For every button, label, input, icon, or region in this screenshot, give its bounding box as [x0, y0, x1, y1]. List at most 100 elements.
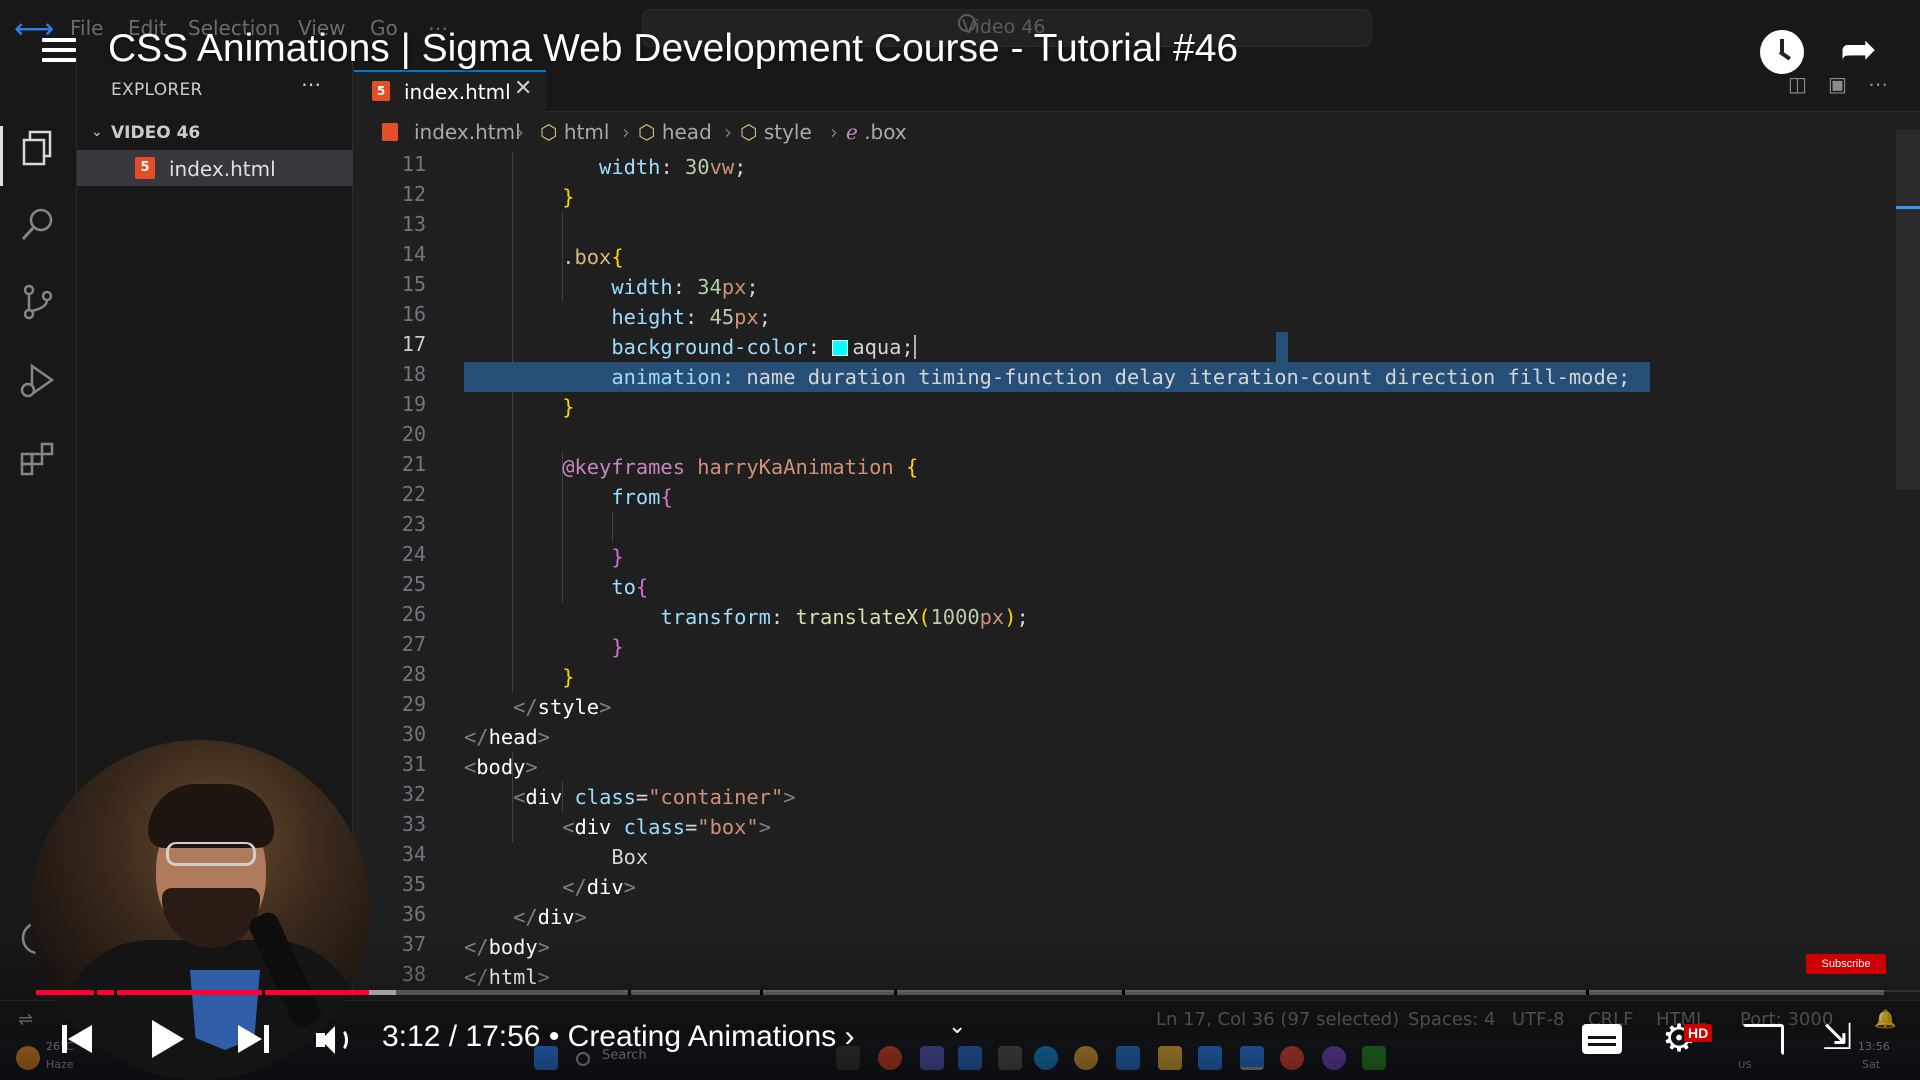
- line-number: 32: [401, 782, 426, 806]
- split-editor-icon[interactable]: ◫: [1788, 72, 1807, 96]
- video-title[interactable]: CSS Animations | Sigma Web Development C…: [108, 27, 1238, 71]
- search-icon[interactable]: [576, 1052, 590, 1066]
- vscode-taskbar-icon[interactable]: [1240, 1046, 1264, 1070]
- weather-icon[interactable]: [16, 1046, 40, 1070]
- line-number: 24: [401, 542, 426, 566]
- menu-file[interactable]: File: [70, 16, 103, 40]
- tab-index-html[interactable]: 5 index.html ✕: [354, 70, 546, 112]
- webcam-beard: [162, 888, 260, 948]
- file-item[interactable]: 5 index.html: [77, 150, 353, 186]
- taskbar-clock[interactable]: 13:56: [1858, 1040, 1890, 1053]
- explorer-more-button[interactable]: ⋯: [301, 72, 321, 96]
- line-number: 29: [401, 692, 426, 716]
- app-icon[interactable]: [878, 1046, 902, 1070]
- more-actions-icon[interactable]: ⋯: [1868, 72, 1888, 96]
- line-number: 14: [401, 242, 426, 266]
- folder-row[interactable]: ⌄ VIDEO 46: [77, 118, 353, 148]
- chapter-marker: [1586, 990, 1589, 995]
- menu-icon[interactable]: [42, 38, 76, 66]
- breadcrumb-item[interactable]: ⬡ html: [540, 120, 609, 144]
- active-indicator: [0, 126, 3, 186]
- line-number: 33: [401, 812, 426, 836]
- close-icon[interactable]: ✕: [514, 76, 532, 101]
- line-number: 16: [401, 302, 426, 326]
- run-debug-icon[interactable]: [18, 360, 58, 400]
- subtitles-icon[interactable]: [1582, 1024, 1622, 1054]
- time-label: 3:12 / 17:56: [382, 1020, 541, 1053]
- line-number: 30: [401, 722, 426, 746]
- webcam-hair: [148, 784, 274, 848]
- scrollbar-marker: [1896, 206, 1920, 209]
- chevron-down-icon[interactable]: ⌄: [948, 1014, 966, 1039]
- keyboard-language[interactable]: US: [1738, 1060, 1752, 1071]
- chapter-marker: [262, 990, 265, 995]
- terminal-icon[interactable]: [1362, 1046, 1386, 1070]
- line-number: 11: [401, 152, 426, 176]
- code-editor[interactable]: 11 12 13 14 15 16 17 18 19 20 21 22 23 24 25 26 27 28 29 30…: [354, 152, 1920, 992]
- line-number: 20: [401, 422, 426, 446]
- cast-icon[interactable]: [1742, 1024, 1784, 1056]
- line-number: 25: [401, 572, 426, 596]
- subscribe-watermark[interactable]: Subscribe: [1806, 954, 1886, 974]
- code-line: }: [611, 635, 624, 659]
- selection-highlight: [1276, 332, 1288, 362]
- file-item-label: index.html: [169, 157, 276, 181]
- chapter-marker: [114, 990, 117, 995]
- edge-icon[interactable]: [1034, 1046, 1058, 1070]
- play-icon[interactable]: [152, 1020, 184, 1058]
- hd-badge: HD: [1684, 1024, 1713, 1042]
- html-file-icon: 5: [372, 81, 390, 101]
- teams-icon[interactable]: [920, 1046, 944, 1070]
- html-file-icon: 5: [135, 157, 155, 179]
- breadcrumb: index.html › ⬡ html › ⬡ head › ⬡ style ›…: [354, 112, 1920, 152]
- explorer-icon[interactable]: [18, 128, 58, 168]
- exit-fullscreen-icon[interactable]: ⇲: [1822, 1018, 1852, 1058]
- breadcrumb-item[interactable]: ⬡ head: [638, 120, 712, 144]
- chrome-dev-icon[interactable]: [1280, 1046, 1304, 1070]
- line-number: 27: [401, 632, 426, 656]
- line-number: 12: [401, 182, 426, 206]
- status-indentation[interactable]: Spaces: 4: [1408, 1009, 1495, 1030]
- file-explorer-icon[interactable]: [1158, 1046, 1182, 1070]
- bell-icon[interactable]: 🔔: [1874, 1009, 1896, 1030]
- share-icon[interactable]: ➦: [1840, 28, 1877, 72]
- source-control-icon[interactable]: [18, 282, 58, 322]
- code-line: </div>: [562, 875, 636, 899]
- line-number: 13: [401, 212, 426, 236]
- breadcrumb-item[interactable]: ℯ .box: [846, 120, 907, 144]
- breadcrumb-item[interactable]: index.html: [414, 120, 521, 144]
- layout-icon[interactable]: ▣: [1828, 72, 1847, 96]
- todo-icon[interactable]: [1198, 1046, 1222, 1070]
- code-line: width: 30vw;: [599, 155, 747, 179]
- code-line: <body>: [464, 755, 538, 779]
- skype-icon[interactable]: [1116, 1046, 1140, 1070]
- status-encoding[interactable]: UTF-8: [1512, 1009, 1564, 1030]
- time-display: 3:12 / 17:56 • Creating Animations ›: [382, 1020, 854, 1054]
- code-line: }: [562, 185, 575, 209]
- code-line: @keyframes harryKaAnimation {: [562, 455, 919, 479]
- watch-later-icon[interactable]: [1760, 30, 1804, 74]
- code-line: from{: [611, 485, 673, 509]
- line-number: 26: [401, 602, 426, 626]
- chrome-icon[interactable]: [1074, 1046, 1098, 1070]
- code-line: transform: translateX(1000px);: [660, 605, 1029, 629]
- color-swatch[interactable]: [832, 340, 849, 356]
- settings-app-icon[interactable]: [998, 1046, 1022, 1070]
- code-line: </head>: [464, 725, 550, 749]
- breadcrumb-item[interactable]: ⬡ style: [740, 120, 812, 144]
- search-icon[interactable]: [18, 204, 58, 244]
- chapter-title[interactable]: • Creating Animations ›: [549, 1020, 855, 1053]
- line-number: 34: [401, 842, 426, 866]
- line-number: 31: [401, 752, 426, 776]
- next-icon[interactable]: [238, 1022, 272, 1056]
- github-icon[interactable]: [1322, 1046, 1346, 1070]
- extensions-icon[interactable]: [18, 438, 58, 478]
- status-cursor-position[interactable]: Ln 17, Col 36 (97 selected): [1156, 1009, 1399, 1030]
- line-number: 17: [401, 332, 426, 356]
- vertical-scrollbar[interactable]: [1896, 130, 1920, 490]
- code-line: }: [611, 545, 624, 569]
- remote-icon[interactable]: ⇌: [18, 1009, 33, 1030]
- calendar-icon[interactable]: [958, 1046, 982, 1070]
- previous-icon[interactable]: [62, 1022, 96, 1056]
- code-line: animation: name duration timing-function…: [611, 365, 1631, 389]
